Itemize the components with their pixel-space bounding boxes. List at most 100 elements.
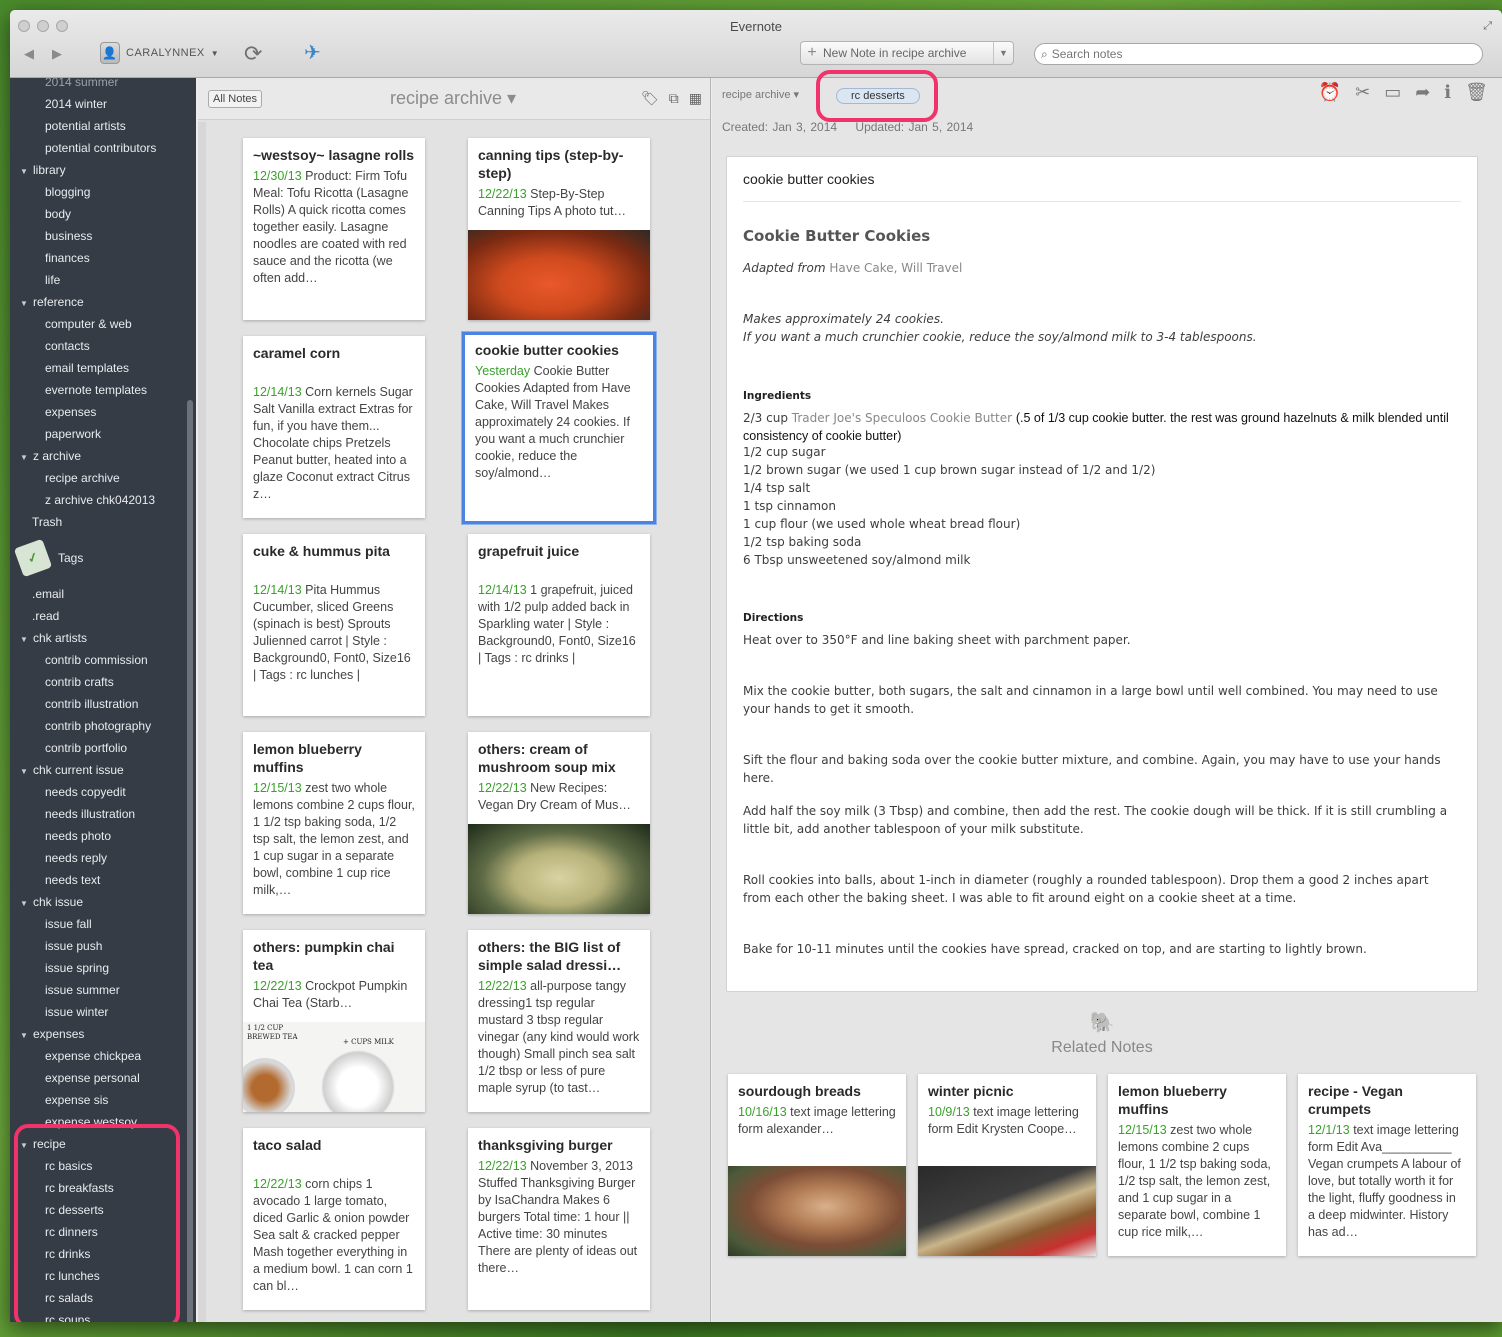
note-title[interactable]: cookie butter cookies	[743, 171, 875, 187]
tag-filter-icon[interactable]: 🏷	[641, 90, 659, 107]
editor-notebook-selector[interactable]: recipe archive ▾	[722, 88, 799, 101]
new-note-label: New Note in recipe archive	[823, 46, 967, 60]
all-notes-button[interactable]: All Notes	[208, 90, 263, 108]
trash-icon[interactable]: 🗑	[1465, 82, 1488, 103]
sidebar-item-trash[interactable]: Trash	[32, 512, 62, 532]
sidebar-item-business[interactable]: business	[45, 226, 92, 246]
sidebar-item-finances[interactable]: finances	[45, 248, 90, 268]
note-card-thanksgiving-burger[interactable]: thanksgiving burger 12/22/13 November 3, …	[468, 1128, 650, 1310]
note-card-sourdough-breads[interactable]: sourdough breads 10/16/13 text image lett…	[728, 1074, 906, 1256]
note-card-snippet: 12/30/13 Product: Firm Tofu Meal: Tofu R…	[253, 168, 415, 287]
note-card-others-the-big-list-of-simple-salad-dressi[interactable]: others: the BIG list of simple salad dre…	[468, 930, 650, 1112]
note-list-scrollbar[interactable]	[198, 122, 206, 1322]
note-card-text: all-purpose tangy dressing1 tsp regular …	[478, 979, 640, 1095]
note-card-caramel-corn[interactable]: caramel corn 12/14/13 Corn kernels Sugar …	[243, 336, 425, 518]
disclosure-triangle-icon[interactable]: ▼	[20, 630, 33, 650]
share-notebook-icon[interactable]: ⧉	[669, 90, 679, 107]
note-card-westsoy-lasagne-rolls[interactable]: ~westsoy~ lasagne rolls 12/30/13 Product:…	[243, 138, 425, 320]
reminder-icon[interactable]: ⏰	[1319, 82, 1341, 103]
adapted-source-link[interactable]: Have Cake, Will Travel	[829, 261, 962, 275]
sync-icon[interactable]: ⟳	[244, 41, 262, 67]
disclosure-triangle-icon[interactable]: ▼	[20, 1026, 33, 1046]
sidebar-item-reference[interactable]: ▼ reference	[20, 292, 84, 312]
disclosure-triangle-icon[interactable]: ▼	[20, 448, 33, 468]
sidebar-item-chk-issue[interactable]: ▼ chk issue	[20, 892, 83, 912]
notebook-selector[interactable]: recipe archive ▾	[390, 88, 516, 109]
sidebar-tags-header[interactable]: ✓ Tags	[13, 538, 83, 578]
sidebar-item-body[interactable]: body	[45, 204, 71, 224]
sidebar-item-life[interactable]: life	[45, 270, 60, 290]
view-options-icon[interactable]: ▦	[689, 90, 702, 107]
sidebar-item-chk-current-issue[interactable]: ▼ chk current issue	[20, 760, 124, 780]
sidebar-item-paperwork[interactable]: paperwork	[45, 424, 101, 444]
note-card-others-cream-of-mushroom-soup-mix[interactable]: others: cream of mushroom soup mix 12/22/…	[468, 732, 650, 914]
sidebar-item-recipe-archive[interactable]: recipe archive	[45, 468, 120, 488]
sidebar-item-issue-summer[interactable]: issue summer	[45, 980, 120, 1000]
note-card-cuke-hummus-pita[interactable]: cuke & hummus pita 12/14/13 Pita Hummus C…	[243, 534, 425, 716]
sidebar-item-blogging[interactable]: blogging	[45, 182, 90, 202]
presentation-icon[interactable]: ▭	[1384, 82, 1401, 103]
sidebar-item-email-templates[interactable]: email templates	[45, 358, 129, 378]
new-note-dropdown[interactable]: ▼	[993, 42, 1013, 64]
sidebar-item-needs-illustration[interactable]: needs illustration	[45, 804, 135, 824]
note-card-cookie-butter-cookies[interactable]: cookie butter cookies Yesterday Cookie Bu…	[462, 332, 656, 524]
sidebar-scrollbar[interactable]	[187, 400, 193, 1322]
sidebar-item-issue-push[interactable]: issue push	[45, 936, 102, 956]
sidebar-item-potential-contributors[interactable]: potential contributors	[45, 138, 156, 158]
sidebar-item-issue-spring[interactable]: issue spring	[45, 958, 109, 978]
work-chat-icon[interactable]: ✈	[304, 40, 321, 65]
sidebar-item-contrib-photography[interactable]: contrib photography	[45, 716, 151, 736]
note-card-lemon-blueberry-muffins[interactable]: lemon blueberry muffins 12/15/13 zest two…	[243, 732, 425, 914]
note-card-taco-salad[interactable]: taco salad 12/22/13 corn chips 1 avocado …	[243, 1128, 425, 1310]
share-icon[interactable]: ➦	[1415, 82, 1430, 103]
sidebar-item-evernote-templates[interactable]: evernote templates	[45, 380, 147, 400]
new-note-button[interactable]: + New Note in recipe archive ▼	[800, 41, 1014, 65]
sidebar-item-expense-personal[interactable]: expense personal	[45, 1068, 140, 1088]
note-card-lemon-blueberry-muffins[interactable]: lemon blueberry muffins 12/15/13 zest two…	[1108, 1074, 1286, 1256]
sidebar-item-needs-photo[interactable]: needs photo	[45, 826, 111, 846]
sidebar-item-issue-fall[interactable]: issue fall	[45, 914, 92, 934]
sidebar-item-2014-winter[interactable]: 2014 winter	[45, 94, 107, 114]
sidebar-item-2014-summer[interactable]: 2014 summer	[45, 78, 118, 92]
sidebar-item-contrib-commission[interactable]: contrib commission	[45, 650, 148, 670]
ing1-product-link[interactable]: Trader Joe's Speculoos Cookie Butter	[792, 411, 1012, 425]
sidebar-item-potential-artists[interactable]: potential artists	[45, 116, 126, 136]
account-menu[interactable]: 👤 CARALYNNEX ▼	[100, 42, 219, 64]
sidebar-item-library[interactable]: ▼ library	[20, 160, 66, 180]
disclosure-triangle-icon[interactable]: ▼	[20, 762, 33, 782]
note-body[interactable]: cookie butter cookies Cookie Butter Cook…	[726, 156, 1478, 992]
sidebar-item-computer-web[interactable]: computer & web	[45, 314, 132, 334]
note-card-canning-tips-step-by-step[interactable]: canning tips (step-by-step) 12/22/13 Step…	[468, 138, 650, 320]
disclosure-triangle-icon[interactable]: ▼	[20, 294, 33, 314]
sidebar-item-chk-artists[interactable]: ▼ chk artists	[20, 628, 87, 648]
disclosure-triangle-icon[interactable]: ▼	[20, 894, 33, 914]
sidebar-item-z-archive[interactable]: ▼ z archive	[20, 446, 81, 466]
sidebar-item-expense-chickpea[interactable]: expense chickpea	[45, 1046, 141, 1066]
fullscreen-icon[interactable]: ⤢	[1483, 20, 1492, 33]
search-input[interactable]	[1051, 47, 1449, 61]
note-card-winter-picnic[interactable]: winter picnic 10/9/13 text image letterin…	[918, 1074, 1096, 1256]
sidebar-item-contacts[interactable]: contacts	[45, 336, 90, 356]
sidebar-item-contrib-crafts[interactable]: contrib crafts	[45, 672, 114, 692]
note-card-grapefruit-juice[interactable]: grapefruit juice 12/14/13 1 grapefruit, j…	[468, 534, 650, 716]
note-card-recipe-vegan-crumpets[interactable]: recipe - Vegan crumpets 12/1/13 text imag…	[1298, 1074, 1476, 1256]
sidebar-item-contrib-portfolio[interactable]: contrib portfolio	[45, 738, 127, 758]
sidebar-item-needs-copyedit[interactable]: needs copyedit	[45, 782, 126, 802]
search-box[interactable]: ⌕	[1034, 43, 1483, 65]
sidebar-item-expenses[interactable]: ▼ expenses	[20, 1024, 84, 1044]
sidebar-item-email[interactable]: .email	[32, 584, 64, 604]
sidebar-item-expense-sis[interactable]: expense sis	[45, 1090, 108, 1110]
note-card-others-pumpkin-chai-tea[interactable]: others: pumpkin chai tea 12/22/13 Crockpo…	[243, 930, 425, 1112]
forward-arrow-icon[interactable]: ▶	[52, 46, 62, 62]
sidebar-item-contrib-illustration[interactable]: contrib illustration	[45, 694, 138, 714]
sidebar-item-expenses[interactable]: expenses	[45, 402, 96, 422]
sidebar-item-needs-text[interactable]: needs text	[45, 870, 100, 890]
present-icon[interactable]: ✂	[1355, 82, 1370, 103]
disclosure-triangle-icon[interactable]: ▼	[20, 162, 33, 182]
info-icon[interactable]: ℹ	[1444, 82, 1451, 103]
sidebar-item-issue-winter[interactable]: issue winter	[45, 1002, 108, 1022]
sidebar-item-needs-reply[interactable]: needs reply	[45, 848, 107, 868]
sidebar-item-z-archive-chk042013[interactable]: z archive chk042013	[45, 490, 155, 510]
sidebar-item-read[interactable]: .read	[32, 606, 59, 626]
back-arrow-icon[interactable]: ◀	[24, 46, 34, 62]
